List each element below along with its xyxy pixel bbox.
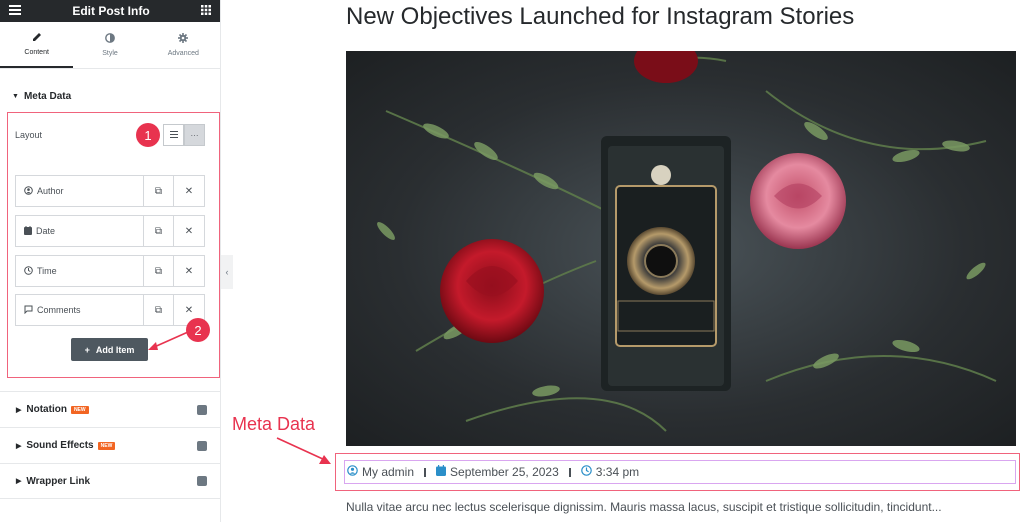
clock-icon	[24, 265, 33, 277]
post-meta-data: My admin September 25, 2023 3:34 pm	[344, 460, 1016, 484]
duplicate-button[interactable]: ⧉	[144, 295, 174, 325]
accordion-sound-effects[interactable]: ▶ Sound Effects NEW	[0, 427, 221, 463]
repeater-item-author[interactable]: Author ⧉ ✕	[15, 175, 205, 207]
copy-icon: ⧉	[154, 304, 163, 316]
copy-icon: ⧉	[154, 185, 163, 197]
apps-grid-icon[interactable]	[200, 2, 211, 20]
duplicate-button[interactable]: ⧉	[144, 176, 174, 206]
meta-separator	[568, 467, 571, 477]
meta-separator	[424, 467, 427, 477]
panel-collapse-handle[interactable]: ‹	[221, 255, 233, 289]
meta-author-text: My admin	[362, 465, 415, 479]
gear-icon	[178, 33, 189, 45]
close-icon: ✕	[184, 185, 194, 197]
panel-tabs: Content Style Advanced	[0, 22, 220, 69]
contrast-icon	[105, 33, 115, 45]
repeater-item-label-wrap: Date	[16, 216, 144, 246]
arrow-annotation-meta	[276, 437, 331, 464]
meta-time-text: 3:34 pm	[595, 465, 640, 479]
remove-button[interactable]: ✕	[174, 176, 204, 206]
meta-author[interactable]: My admin	[347, 465, 414, 479]
hamburger-menu-icon[interactable]	[9, 2, 21, 20]
pencil-icon	[32, 32, 42, 44]
list-icon	[169, 130, 178, 140]
step-badge-1: 1	[136, 123, 160, 147]
repeater-item-label-wrap: Comments	[16, 295, 144, 325]
tab-content-label: Content	[24, 49, 49, 56]
calendar-icon	[436, 465, 447, 479]
tab-advanced[interactable]: Advanced	[147, 22, 220, 68]
calendar-icon	[24, 225, 32, 237]
plus-icon: +	[84, 344, 90, 355]
comment-icon	[24, 305, 33, 316]
remove-button[interactable]: ✕	[174, 216, 204, 246]
layout-inline-button[interactable]: ···	[184, 124, 205, 146]
database-icon	[197, 476, 207, 486]
panel-header: Edit Post Info	[0, 0, 220, 22]
new-badge: NEW	[70, 405, 89, 414]
copy-icon: ⧉	[154, 265, 163, 277]
more-horizontal-icon: ···	[190, 130, 199, 140]
tab-content[interactable]: Content	[0, 22, 74, 68]
accordion-notation[interactable]: ▶ Notation NEW	[0, 391, 221, 427]
duplicate-button[interactable]: ⧉	[144, 256, 174, 286]
database-icon	[197, 440, 207, 451]
chevron-left-icon: ‹	[225, 267, 229, 277]
new-badge: NEW	[97, 441, 116, 450]
camera-flowers-photo	[377, 51, 997, 432]
close-icon: ✕	[184, 304, 194, 316]
repeater-item-date[interactable]: Date ⧉ ✕	[15, 215, 205, 247]
user-circle-icon	[347, 465, 358, 479]
duplicate-button[interactable]: ⧉	[144, 216, 174, 246]
repeater-item-label-wrap: Author	[16, 176, 144, 206]
user-circle-icon	[24, 185, 33, 197]
meta-data-section-header[interactable]: ▼ Meta Data	[0, 83, 220, 109]
repeater-item-label: Date	[36, 226, 56, 236]
layout-list-button[interactable]	[163, 124, 184, 146]
accordion-wrapper-link[interactable]: ▶ Wrapper Link	[0, 463, 221, 499]
layout-toggle: ···	[163, 124, 205, 146]
add-item-label: Add Item	[95, 344, 135, 355]
close-icon: ✕	[184, 265, 194, 277]
add-item-button[interactable]: + Add Item	[71, 338, 148, 361]
meta-date[interactable]: September 25, 2023	[436, 465, 559, 479]
accordion-label: Sound Effects	[26, 440, 94, 451]
accordion-label: Wrapper Link	[26, 475, 91, 487]
tab-style[interactable]: Style	[73, 22, 146, 68]
copy-icon: ⧉	[154, 225, 163, 237]
arrow-annotation-2	[148, 331, 189, 350]
panel-title: Edit Post Info	[72, 4, 150, 18]
post-featured-image	[346, 51, 1016, 446]
repeater-item-time[interactable]: Time ⧉ ✕	[15, 255, 205, 287]
clock-icon	[580, 465, 592, 479]
repeater-item-label-wrap: Time	[16, 256, 144, 286]
tab-advanced-label: Advanced	[167, 50, 199, 57]
meta-time: 3:34 pm	[580, 465, 640, 479]
repeater-item-label: Author	[37, 186, 64, 196]
close-icon: ✕	[184, 225, 194, 237]
caret-down-icon: ▼	[12, 92, 19, 100]
caret-right-icon: ▶	[16, 406, 22, 414]
repeater-item-label: Time	[37, 266, 57, 276]
layout-label: Layout	[15, 130, 43, 140]
accordion-label: Notation	[26, 404, 67, 415]
post-title: New Objectives Launched for Instagram St…	[346, 3, 855, 30]
meta-data-annotation-label: Meta Data	[232, 414, 316, 434]
caret-right-icon: ▶	[16, 442, 22, 450]
meta-data-section-label: Meta Data	[23, 90, 72, 102]
caret-right-icon: ▶	[16, 478, 22, 485]
repeater-item-comments[interactable]: Comments ⧉ ✕	[15, 294, 205, 326]
meta-date-text: September 25, 2023	[450, 465, 559, 479]
remove-button[interactable]: ✕	[174, 256, 204, 286]
post-excerpt: Nulla vitae arcu nec lectus scelerisque …	[346, 500, 942, 514]
repeater-item-label: Comments	[37, 305, 81, 315]
database-icon	[197, 404, 207, 415]
tab-style-label: Style	[102, 50, 118, 57]
